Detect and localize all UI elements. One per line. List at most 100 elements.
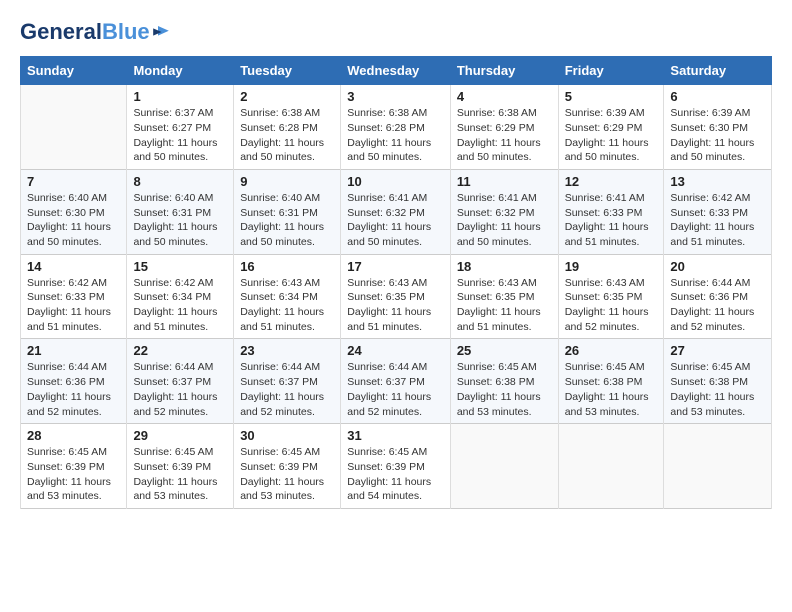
day-cell: 26 Sunrise: 6:45 AM Sunset: 6:38 PM Dayli… xyxy=(558,339,664,424)
week-row-4: 21Sunrise: 6:44 AM Sunset: 6:36 PM Dayli… xyxy=(21,339,772,424)
day-info: Sunrise: 6:41 AM Sunset: 6:32 PM Dayligh… xyxy=(347,191,444,250)
day-info: Sunrise: 6:44 AM Sunset: 6:36 PM Dayligh… xyxy=(670,276,765,335)
day-number: 15 xyxy=(133,259,227,274)
day-number: 14 xyxy=(27,259,120,274)
day-info: Sunrise: 6:38 AM Sunset: 6:28 PM Dayligh… xyxy=(240,106,334,165)
day-info: Sunrise: 6:43 AM Sunset: 6:35 PM Dayligh… xyxy=(565,276,658,335)
day-cell xyxy=(664,424,772,509)
day-info: Sunrise: 6:44 AM Sunset: 6:37 PM Dayligh… xyxy=(240,360,334,419)
day-cell: 16 Sunrise: 6:43 AM Sunset: 6:34 PM Dayli… xyxy=(234,254,341,339)
day-cell: 31 Sunrise: 6:45 AM Sunset: 6:39 PM Dayli… xyxy=(341,424,451,509)
day-cell: 15 Sunrise: 6:42 AM Sunset: 6:34 PM Dayli… xyxy=(127,254,234,339)
day-number: 7 xyxy=(27,174,120,189)
day-info: Sunrise: 6:41 AM Sunset: 6:32 PM Dayligh… xyxy=(457,191,552,250)
day-number: 16 xyxy=(240,259,334,274)
day-info: Sunrise: 6:39 AM Sunset: 6:30 PM Dayligh… xyxy=(670,106,765,165)
day-number: 2 xyxy=(240,89,334,104)
day-info: Sunrise: 6:45 AM Sunset: 6:38 PM Dayligh… xyxy=(565,360,658,419)
day-number: 3 xyxy=(347,89,444,104)
day-cell: 21Sunrise: 6:44 AM Sunset: 6:36 PM Dayli… xyxy=(21,339,127,424)
day-cell: 8 Sunrise: 6:40 AM Sunset: 6:31 PM Daylig… xyxy=(127,169,234,254)
day-info: Sunrise: 6:42 AM Sunset: 6:33 PM Dayligh… xyxy=(670,191,765,250)
day-cell: 28 Sunrise: 6:45 AM Sunset: 6:39 PM Dayli… xyxy=(21,424,127,509)
day-info: Sunrise: 6:45 AM Sunset: 6:39 PM Dayligh… xyxy=(27,445,120,504)
day-number: 17 xyxy=(347,259,444,274)
day-number: 30 xyxy=(240,428,334,443)
day-number: 9 xyxy=(240,174,334,189)
page: GeneralBlue SundayMondayTuesdayWednesday… xyxy=(0,0,792,612)
day-info: Sunrise: 6:40 AM Sunset: 6:31 PM Dayligh… xyxy=(133,191,227,250)
week-row-3: 14Sunrise: 6:42 AM Sunset: 6:33 PM Dayli… xyxy=(21,254,772,339)
day-info: Sunrise: 6:44 AM Sunset: 6:37 PM Dayligh… xyxy=(133,360,227,419)
day-number: 4 xyxy=(457,89,552,104)
day-info: Sunrise: 6:43 AM Sunset: 6:35 PM Dayligh… xyxy=(347,276,444,335)
day-info: Sunrise: 6:40 AM Sunset: 6:30 PM Dayligh… xyxy=(27,191,120,250)
day-number: 10 xyxy=(347,174,444,189)
day-cell: 22 Sunrise: 6:44 AM Sunset: 6:37 PM Dayli… xyxy=(127,339,234,424)
day-cell: 1 Sunrise: 6:37 AM Sunset: 6:27 PM Daylig… xyxy=(127,85,234,170)
day-number: 6 xyxy=(670,89,765,104)
day-cell: 9 Sunrise: 6:40 AM Sunset: 6:31 PM Daylig… xyxy=(234,169,341,254)
day-cell: 3 Sunrise: 6:38 AM Sunset: 6:28 PM Daylig… xyxy=(341,85,451,170)
day-cell: 5Sunrise: 6:39 AM Sunset: 6:29 PM Daylig… xyxy=(558,85,664,170)
day-info: Sunrise: 6:39 AM Sunset: 6:29 PM Dayligh… xyxy=(565,106,658,165)
day-number: 1 xyxy=(133,89,227,104)
day-info: Sunrise: 6:43 AM Sunset: 6:34 PM Dayligh… xyxy=(240,276,334,335)
day-number: 25 xyxy=(457,343,552,358)
day-number: 23 xyxy=(240,343,334,358)
col-header-friday: Friday xyxy=(558,57,664,85)
day-info: Sunrise: 6:44 AM Sunset: 6:37 PM Dayligh… xyxy=(347,360,444,419)
day-number: 12 xyxy=(565,174,658,189)
col-header-wednesday: Wednesday xyxy=(341,57,451,85)
day-cell: 14Sunrise: 6:42 AM Sunset: 6:33 PM Dayli… xyxy=(21,254,127,339)
day-cell: 10 Sunrise: 6:41 AM Sunset: 6:32 PM Dayli… xyxy=(341,169,451,254)
day-cell: 30 Sunrise: 6:45 AM Sunset: 6:39 PM Dayli… xyxy=(234,424,341,509)
day-cell: 11Sunrise: 6:41 AM Sunset: 6:32 PM Dayli… xyxy=(450,169,558,254)
day-info: Sunrise: 6:41 AM Sunset: 6:33 PM Dayligh… xyxy=(565,191,658,250)
day-cell: 27 Sunrise: 6:45 AM Sunset: 6:38 PM Dayli… xyxy=(664,339,772,424)
day-cell: 6 Sunrise: 6:39 AM Sunset: 6:30 PM Daylig… xyxy=(664,85,772,170)
day-number: 18 xyxy=(457,259,552,274)
day-cell: 23 Sunrise: 6:44 AM Sunset: 6:37 PM Dayli… xyxy=(234,339,341,424)
day-number: 24 xyxy=(347,343,444,358)
week-row-1: 1 Sunrise: 6:37 AM Sunset: 6:27 PM Daylig… xyxy=(21,85,772,170)
day-cell: 25 Sunrise: 6:45 AM Sunset: 6:38 PM Dayli… xyxy=(450,339,558,424)
day-cell: 2 Sunrise: 6:38 AM Sunset: 6:28 PM Daylig… xyxy=(234,85,341,170)
day-info: Sunrise: 6:37 AM Sunset: 6:27 PM Dayligh… xyxy=(133,106,227,165)
header: GeneralBlue xyxy=(20,20,772,44)
day-info: Sunrise: 6:45 AM Sunset: 6:39 PM Dayligh… xyxy=(133,445,227,504)
day-cell xyxy=(21,85,127,170)
day-info: Sunrise: 6:45 AM Sunset: 6:38 PM Dayligh… xyxy=(670,360,765,419)
day-cell: 24 Sunrise: 6:44 AM Sunset: 6:37 PM Dayli… xyxy=(341,339,451,424)
col-header-monday: Monday xyxy=(127,57,234,85)
day-number: 26 xyxy=(565,343,658,358)
day-info: Sunrise: 6:45 AM Sunset: 6:39 PM Dayligh… xyxy=(347,445,444,504)
week-row-5: 28 Sunrise: 6:45 AM Sunset: 6:39 PM Dayli… xyxy=(21,424,772,509)
logo-icon xyxy=(152,23,170,41)
day-number: 22 xyxy=(133,343,227,358)
day-cell: 17 Sunrise: 6:43 AM Sunset: 6:35 PM Dayli… xyxy=(341,254,451,339)
week-row-2: 7 Sunrise: 6:40 AM Sunset: 6:30 PM Daylig… xyxy=(21,169,772,254)
col-header-saturday: Saturday xyxy=(664,57,772,85)
day-number: 31 xyxy=(347,428,444,443)
day-number: 28 xyxy=(27,428,120,443)
day-cell: 29Sunrise: 6:45 AM Sunset: 6:39 PM Dayli… xyxy=(127,424,234,509)
day-info: Sunrise: 6:42 AM Sunset: 6:34 PM Dayligh… xyxy=(133,276,227,335)
day-number: 27 xyxy=(670,343,765,358)
day-info: Sunrise: 6:38 AM Sunset: 6:28 PM Dayligh… xyxy=(347,106,444,165)
logo: GeneralBlue xyxy=(20,20,170,44)
day-cell: 13Sunrise: 6:42 AM Sunset: 6:33 PM Dayli… xyxy=(664,169,772,254)
day-cell: 4Sunrise: 6:38 AM Sunset: 6:29 PM Daylig… xyxy=(450,85,558,170)
day-number: 19 xyxy=(565,259,658,274)
header-row: SundayMondayTuesdayWednesdayThursdayFrid… xyxy=(21,57,772,85)
col-header-sunday: Sunday xyxy=(21,57,127,85)
day-info: Sunrise: 6:43 AM Sunset: 6:35 PM Dayligh… xyxy=(457,276,552,335)
day-info: Sunrise: 6:40 AM Sunset: 6:31 PM Dayligh… xyxy=(240,191,334,250)
day-info: Sunrise: 6:45 AM Sunset: 6:38 PM Dayligh… xyxy=(457,360,552,419)
col-header-tuesday: Tuesday xyxy=(234,57,341,85)
day-cell xyxy=(450,424,558,509)
day-number: 8 xyxy=(133,174,227,189)
day-info: Sunrise: 6:45 AM Sunset: 6:39 PM Dayligh… xyxy=(240,445,334,504)
day-cell: 18 Sunrise: 6:43 AM Sunset: 6:35 PM Dayli… xyxy=(450,254,558,339)
day-number: 21 xyxy=(27,343,120,358)
